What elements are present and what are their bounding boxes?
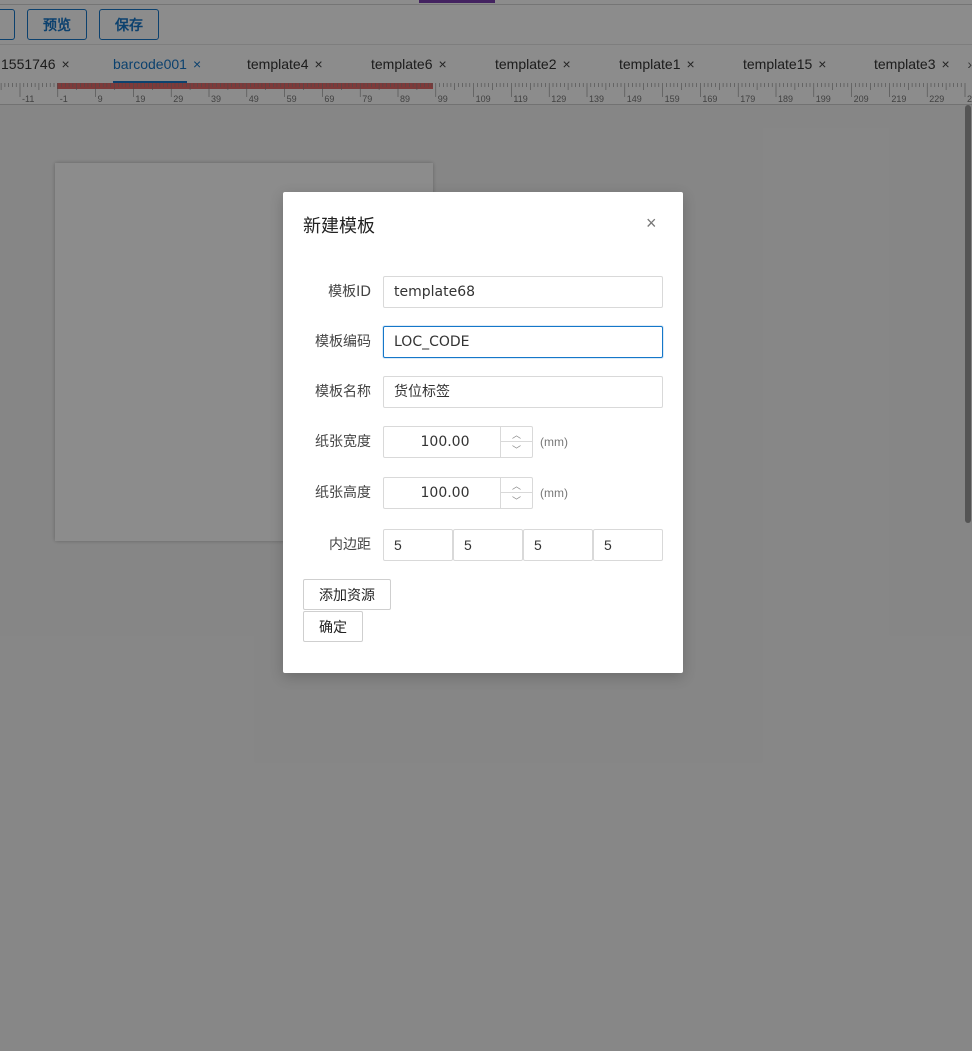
padding-right-input[interactable]: 5 [453,529,523,561]
chevron-down-icon[interactable]: ﹀ [501,442,532,457]
chevron-up-icon[interactable]: ︿ [501,427,532,442]
template-code-row: 模板编码 LOC_CODE [283,326,683,358]
paper-width-row: 纸张宽度 100.00 ︿ ﹀ (mm) [283,426,683,458]
template-code-label: 模板编码 [315,334,371,350]
template-id-input[interactable]: template68 [383,276,663,308]
paper-width-label: 纸张宽度 [315,434,371,450]
padding-top-input[interactable]: 5 [383,529,453,561]
stepper-controls: ︿ ﹀ [500,427,532,457]
template-name-row: 模板名称 货位标签 [283,376,683,408]
template-code-input[interactable]: LOC_CODE [383,326,663,358]
paper-height-unit: (mm) [540,486,568,500]
paper-height-label: 纸张高度 [315,485,371,501]
paper-width-value[interactable]: 100.00 [384,427,506,457]
template-id-label: 模板ID [328,284,371,300]
paper-height-stepper[interactable]: 100.00 ︿ ﹀ [383,477,533,509]
paper-height-row: 纸张高度 100.00 ︿ ﹀ (mm) [283,477,683,509]
template-id-row: 模板ID template68 [283,276,683,308]
paper-width-stepper[interactable]: 100.00 ︿ ﹀ [383,426,533,458]
padding-left-input[interactable]: 5 [593,529,663,561]
new-template-dialog: 新建模板 × 模板ID template68 模板编码 LOC_CODE 模板名… [283,192,683,673]
close-icon[interactable]: × [646,213,657,234]
padding-bottom-input[interactable]: 5 [523,529,593,561]
padding-row: 内边距 5 5 5 5 [283,529,683,561]
paper-width-unit: (mm) [540,435,568,449]
dialog-title: 新建模板 [303,216,375,237]
padding-label: 内边距 [329,537,371,553]
paper-height-value[interactable]: 100.00 [384,478,506,508]
chevron-down-icon[interactable]: ﹀ [501,493,532,508]
template-name-label: 模板名称 [315,384,371,400]
chevron-up-icon[interactable]: ︿ [501,478,532,493]
add-resource-button[interactable]: 添加资源 [303,579,391,610]
stepper-controls: ︿ ﹀ [500,478,532,508]
confirm-button[interactable]: 确定 [303,611,363,642]
template-name-input[interactable]: 货位标签 [383,376,663,408]
